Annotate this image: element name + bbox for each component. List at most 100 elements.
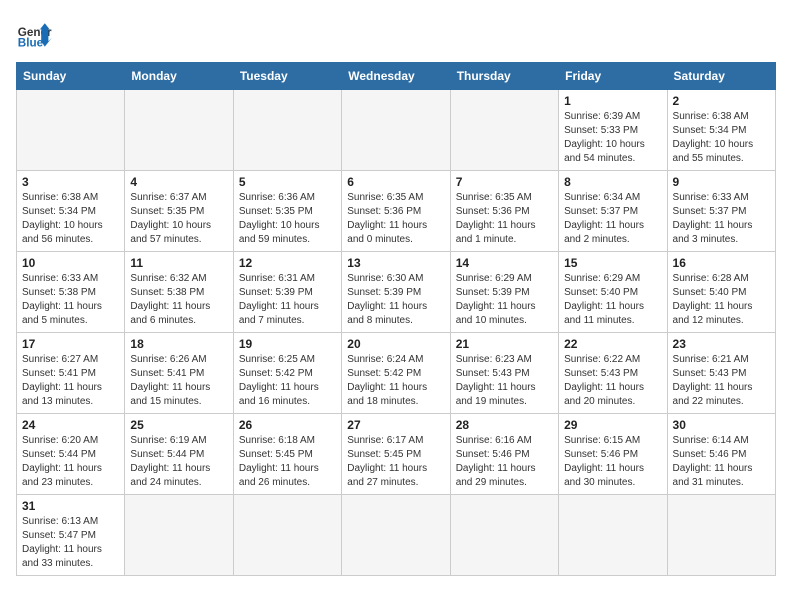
- day-cell: 17Sunrise: 6:27 AM Sunset: 5:41 PM Dayli…: [17, 333, 125, 414]
- day-cell: 31 Sunrise: 6:13 AM Sunset: 5:47 PM Dayli…: [17, 495, 125, 576]
- day-info: Sunrise: 6:35 AM Sunset: 5:36 PM Dayligh…: [456, 191, 553, 247]
- day-cell: 19 Sunrise: 6:25 AM Sunset: 5:42 PM Dayli…: [233, 333, 341, 414]
- day-number: 4: [130, 175, 227, 189]
- day-number: 8: [564, 175, 661, 189]
- day-number: 20: [347, 337, 444, 351]
- day-number: 7: [456, 175, 553, 189]
- day-info: Sunrise: 6:23 AM Sunset: 5:43 PM Dayligh…: [456, 353, 553, 409]
- day-cell: [233, 90, 341, 171]
- day-info: Sunrise: 6:35 AM Sunset: 5:36 PM Dayligh…: [347, 191, 444, 247]
- calendar-header-row: SundayMondayTuesdayWednesdayThursdayFrid…: [17, 63, 776, 90]
- day-number: 26: [239, 418, 336, 432]
- day-cell: 25Sunrise: 6:19 AM Sunset: 5:44 PM Dayli…: [125, 414, 233, 495]
- day-number: 5: [239, 175, 336, 189]
- day-info: Sunrise: 6:29 AM Sunset: 5:39 PM Dayligh…: [456, 272, 553, 328]
- day-info: Sunrise: 6:17 AM Sunset: 5:45 PM Dayligh…: [347, 434, 444, 490]
- week-row-2: 10Sunrise: 6:33 AM Sunset: 5:38 PM Dayli…: [17, 252, 776, 333]
- day-info: Sunrise: 6:38 AM Sunset: 5:34 PM Dayligh…: [22, 191, 119, 247]
- day-cell: 15 Sunrise: 6:29 AM Sunset: 5:40 PM Dayli…: [559, 252, 667, 333]
- day-number: 19: [239, 337, 336, 351]
- day-info: Sunrise: 6:15 AM Sunset: 5:46 PM Dayligh…: [564, 434, 661, 490]
- day-cell: 22 Sunrise: 6:22 AM Sunset: 5:43 PM Dayli…: [559, 333, 667, 414]
- header-wednesday: Wednesday: [342, 63, 450, 90]
- day-cell: 6Sunrise: 6:35 AM Sunset: 5:36 PM Daylig…: [342, 171, 450, 252]
- day-cell: [559, 495, 667, 576]
- day-cell: 16 Sunrise: 6:28 AM Sunset: 5:40 PM Dayli…: [667, 252, 775, 333]
- day-number: 11: [130, 256, 227, 270]
- day-number: 10: [22, 256, 119, 270]
- logo-icon: General Blue: [16, 16, 52, 52]
- day-info: Sunrise: 6:18 AM Sunset: 5:45 PM Dayligh…: [239, 434, 336, 490]
- day-number: 1: [564, 94, 661, 108]
- header-saturday: Saturday: [667, 63, 775, 90]
- day-info: Sunrise: 6:39 AM Sunset: 5:33 PM Dayligh…: [564, 110, 661, 166]
- day-info: Sunrise: 6:29 AM Sunset: 5:40 PM Dayligh…: [564, 272, 661, 328]
- header-tuesday: Tuesday: [233, 63, 341, 90]
- day-info: Sunrise: 6:28 AM Sunset: 5:40 PM Dayligh…: [673, 272, 770, 328]
- day-info: Sunrise: 6:25 AM Sunset: 5:42 PM Dayligh…: [239, 353, 336, 409]
- day-cell: [450, 90, 558, 171]
- calendar-header: General Blue: [16, 16, 776, 52]
- day-cell: 9 Sunrise: 6:33 AM Sunset: 5:37 PM Daylig…: [667, 171, 775, 252]
- day-cell: [342, 495, 450, 576]
- day-number: 28: [456, 418, 553, 432]
- day-info: Sunrise: 6:37 AM Sunset: 5:35 PM Dayligh…: [130, 191, 227, 247]
- day-number: 23: [673, 337, 770, 351]
- day-number: 22: [564, 337, 661, 351]
- day-number: 15: [564, 256, 661, 270]
- day-number: 27: [347, 418, 444, 432]
- day-cell: [667, 495, 775, 576]
- week-row-0: 1 Sunrise: 6:39 AM Sunset: 5:33 PM Daylig…: [17, 90, 776, 171]
- day-info: Sunrise: 6:24 AM Sunset: 5:42 PM Dayligh…: [347, 353, 444, 409]
- day-cell: 27 Sunrise: 6:17 AM Sunset: 5:45 PM Dayli…: [342, 414, 450, 495]
- day-cell: 30 Sunrise: 6:14 AM Sunset: 5:46 PM Dayli…: [667, 414, 775, 495]
- day-cell: 21Sunrise: 6:23 AM Sunset: 5:43 PM Dayli…: [450, 333, 558, 414]
- day-cell: 12Sunrise: 6:31 AM Sunset: 5:39 PM Dayli…: [233, 252, 341, 333]
- day-number: 3: [22, 175, 119, 189]
- day-cell: 26 Sunrise: 6:18 AM Sunset: 5:45 PM Dayli…: [233, 414, 341, 495]
- day-info: Sunrise: 6:30 AM Sunset: 5:39 PM Dayligh…: [347, 272, 444, 328]
- svg-text:Blue: Blue: [18, 37, 44, 50]
- day-cell: 23 Sunrise: 6:21 AM Sunset: 5:43 PM Dayli…: [667, 333, 775, 414]
- day-info: Sunrise: 6:13 AM Sunset: 5:47 PM Dayligh…: [22, 515, 119, 571]
- day-number: 18: [130, 337, 227, 351]
- day-cell: 29 Sunrise: 6:15 AM Sunset: 5:46 PM Dayli…: [559, 414, 667, 495]
- day-info: Sunrise: 6:22 AM Sunset: 5:43 PM Dayligh…: [564, 353, 661, 409]
- day-info: Sunrise: 6:33 AM Sunset: 5:37 PM Dayligh…: [673, 191, 770, 247]
- day-info: Sunrise: 6:34 AM Sunset: 5:37 PM Dayligh…: [564, 191, 661, 247]
- day-number: 29: [564, 418, 661, 432]
- day-number: 25: [130, 418, 227, 432]
- day-cell: 13Sunrise: 6:30 AM Sunset: 5:39 PM Dayli…: [342, 252, 450, 333]
- day-cell: 2Sunrise: 6:38 AM Sunset: 5:34 PM Daylig…: [667, 90, 775, 171]
- day-cell: 8 Sunrise: 6:34 AM Sunset: 5:37 PM Daylig…: [559, 171, 667, 252]
- day-cell: 18 Sunrise: 6:26 AM Sunset: 5:41 PM Dayli…: [125, 333, 233, 414]
- day-info: Sunrise: 6:32 AM Sunset: 5:38 PM Dayligh…: [130, 272, 227, 328]
- day-number: 9: [673, 175, 770, 189]
- day-cell: 3 Sunrise: 6:38 AM Sunset: 5:34 PM Daylig…: [17, 171, 125, 252]
- day-cell: [125, 90, 233, 171]
- header-sunday: Sunday: [17, 63, 125, 90]
- day-cell: [342, 90, 450, 171]
- header-friday: Friday: [559, 63, 667, 90]
- day-cell: [233, 495, 341, 576]
- day-number: 31: [22, 499, 119, 513]
- day-info: Sunrise: 6:21 AM Sunset: 5:43 PM Dayligh…: [673, 353, 770, 409]
- logo: General Blue: [16, 16, 52, 52]
- day-info: Sunrise: 6:16 AM Sunset: 5:46 PM Dayligh…: [456, 434, 553, 490]
- day-number: 24: [22, 418, 119, 432]
- week-row-5: 31 Sunrise: 6:13 AM Sunset: 5:47 PM Dayli…: [17, 495, 776, 576]
- day-number: 30: [673, 418, 770, 432]
- day-info: Sunrise: 6:27 AM Sunset: 5:41 PM Dayligh…: [22, 353, 119, 409]
- day-cell: 10Sunrise: 6:33 AM Sunset: 5:38 PM Dayli…: [17, 252, 125, 333]
- day-info: Sunrise: 6:14 AM Sunset: 5:46 PM Dayligh…: [673, 434, 770, 490]
- day-cell: 20 Sunrise: 6:24 AM Sunset: 5:42 PM Dayli…: [342, 333, 450, 414]
- day-info: Sunrise: 6:26 AM Sunset: 5:41 PM Dayligh…: [130, 353, 227, 409]
- day-cell: [450, 495, 558, 576]
- day-number: 16: [673, 256, 770, 270]
- week-row-4: 24Sunrise: 6:20 AM Sunset: 5:44 PM Dayli…: [17, 414, 776, 495]
- week-row-3: 17Sunrise: 6:27 AM Sunset: 5:41 PM Dayli…: [17, 333, 776, 414]
- day-cell: 5Sunrise: 6:36 AM Sunset: 5:35 PM Daylig…: [233, 171, 341, 252]
- day-number: 14: [456, 256, 553, 270]
- day-info: Sunrise: 6:38 AM Sunset: 5:34 PM Dayligh…: [673, 110, 770, 166]
- day-cell: 14 Sunrise: 6:29 AM Sunset: 5:39 PM Dayli…: [450, 252, 558, 333]
